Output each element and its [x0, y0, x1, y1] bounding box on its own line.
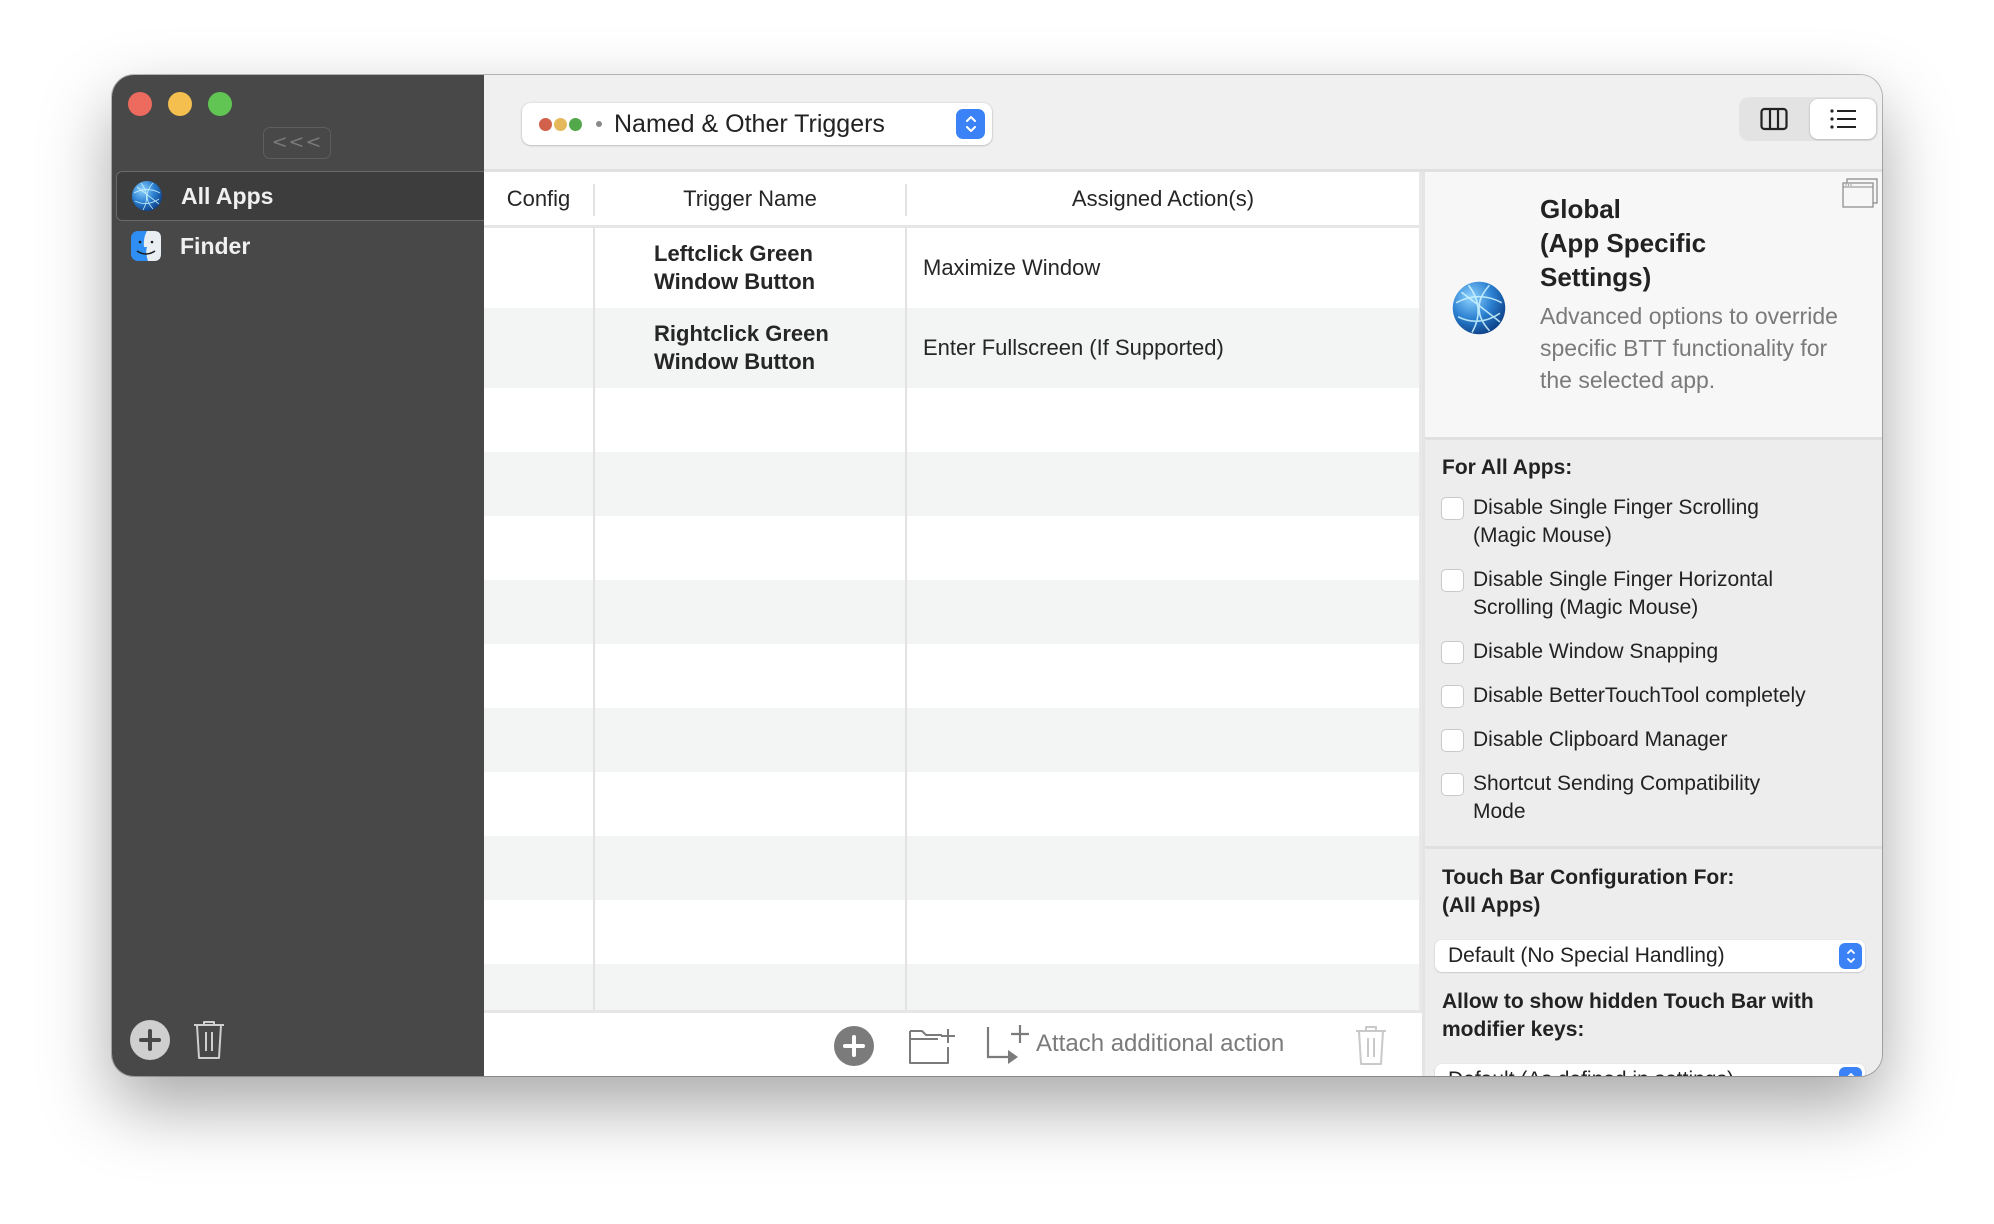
traffic-lights-icon	[539, 117, 584, 131]
trigger-name-cell: Rightclick Green Window Button	[654, 321, 829, 374]
section-divider	[1425, 846, 1882, 849]
panel-title-line: (App Specific	[1540, 228, 1707, 258]
table-bottom-bar: Attach additional action	[484, 1010, 1422, 1076]
column-header-trigger-name[interactable]: Trigger Name	[595, 172, 905, 225]
empty-row	[484, 452, 1422, 516]
option-shortcut-compatibility-mode[interactable]: Shortcut Sending Compatibility Mode	[1441, 770, 1871, 826]
empty-row	[484, 900, 1422, 964]
columns-icon	[1760, 107, 1788, 131]
panel-title-line: Settings)	[1540, 262, 1652, 292]
option-label: Disable BetterTouchTool completely	[1473, 684, 1806, 707]
trigger-type-label: Named & Other Triggers	[614, 109, 885, 138]
view-mode-list[interactable]	[1810, 99, 1876, 139]
touchbar-config-subtitle: (All Apps)	[1442, 894, 1541, 917]
panel-title: Global (App Specific Settings)	[1540, 192, 1840, 294]
triggers-table: Config Trigger Name Assigned Action(s) L…	[484, 172, 1422, 1010]
option-disable-btt[interactable]: Disable BetterTouchTool completely	[1441, 682, 1871, 710]
column-divider	[905, 228, 907, 1010]
trigger-name-cell: Leftclick Green Window Button	[654, 241, 816, 294]
table-header: Config Trigger Name Assigned Action(s)	[484, 172, 1422, 228]
collapse-sidebar-button[interactable]: <<<	[263, 127, 331, 159]
view-mode-columns[interactable]	[1741, 99, 1807, 139]
column-header-config[interactable]: Config	[484, 172, 593, 225]
checkbox[interactable]	[1441, 773, 1464, 796]
option-label: Disable Single Finger Horizontal Scrolli…	[1473, 568, 1773, 619]
globe-icon	[1452, 281, 1506, 335]
add-app-button[interactable]	[130, 1020, 170, 1060]
empty-row	[484, 772, 1422, 836]
empty-row	[484, 964, 1422, 1010]
sidebar: <<< All Apps Finder	[112, 75, 484, 1076]
table-row[interactable]: Rightclick Green Window Button Enter Ful…	[484, 308, 1422, 388]
empty-row	[484, 516, 1422, 580]
minimize-button[interactable]	[168, 92, 192, 116]
column-header-assigned-actions[interactable]: Assigned Action(s)	[907, 172, 1419, 225]
popup-stepper-icon	[1839, 943, 1862, 969]
touchbar-config-title: Touch Bar Configuration For:	[1442, 866, 1735, 889]
attach-action-button[interactable]: Attach additional action	[984, 1023, 1284, 1065]
checkbox[interactable]	[1441, 729, 1464, 752]
option-disable-horizontal-scrolling[interactable]: Disable Single Finger Horizontal Scrolli…	[1441, 566, 1871, 622]
globe-icon	[132, 181, 162, 211]
sidebar-item-finder[interactable]: Finder	[116, 221, 484, 271]
checkbox[interactable]	[1441, 685, 1464, 708]
list-icon	[1830, 109, 1856, 129]
option-disable-window-snapping[interactable]: Disable Window Snapping	[1441, 638, 1871, 666]
close-button[interactable]	[128, 92, 152, 116]
sidebar-bottom-bar	[130, 1020, 226, 1060]
add-trigger-button[interactable]	[834, 1026, 874, 1066]
checkbox[interactable]	[1441, 497, 1464, 520]
sidebar-item-label: All Apps	[181, 182, 274, 209]
empty-row	[484, 708, 1422, 772]
view-mode-segmented-control	[1739, 97, 1878, 141]
hidden-touchbar-label: Allow to show hidden Touch Bar with modi…	[1442, 990, 1814, 1041]
separator-dot	[596, 121, 602, 127]
for-all-apps-label: For All Apps:	[1442, 456, 1573, 479]
select-value: Default (As defined in settings)	[1448, 1066, 1734, 1076]
popup-stepper-icon	[1839, 1067, 1862, 1076]
checkbox[interactable]	[1441, 569, 1464, 592]
assigned-action-cell: Enter Fullscreen (If Supported)	[923, 335, 1224, 360]
sidebar-item-all-apps[interactable]: All Apps	[116, 171, 484, 221]
option-disable-single-finger-scrolling[interactable]: Disable Single Finger Scrolling (Magic M…	[1441, 494, 1871, 550]
option-label: Shortcut Sending Compatibility Mode	[1473, 772, 1761, 823]
trigger-type-select[interactable]: Named & Other Triggers	[522, 103, 992, 145]
checkbox[interactable]	[1441, 641, 1464, 664]
table-row[interactable]: Leftclick Green Window Button Maximize W…	[484, 228, 1422, 308]
new-folder-icon[interactable]	[908, 1025, 956, 1065]
option-label: Disable Clipboard Manager	[1473, 728, 1728, 751]
delete-trigger-button[interactable]	[1354, 1025, 1388, 1067]
option-disable-clipboard-manager[interactable]: Disable Clipboard Manager	[1441, 726, 1871, 754]
panel-description: Advanced options to override specific BT…	[1540, 303, 1838, 393]
column-divider	[593, 228, 595, 1010]
touchbar-config-label: Touch Bar Configuration For: (All Apps)	[1442, 864, 1734, 920]
delete-app-button[interactable]	[192, 1020, 226, 1060]
assigned-action-cell: Maximize Window	[923, 255, 1101, 280]
attach-action-icon	[986, 1025, 1029, 1064]
detach-window-icon[interactable]	[1842, 178, 1878, 208]
sidebar-item-label: Finder	[180, 232, 251, 259]
zoom-button[interactable]	[208, 92, 232, 116]
empty-row	[484, 644, 1422, 708]
toolbar: Named & Other Triggers Preset: Default▾	[484, 75, 1882, 172]
popup-stepper-icon	[956, 109, 985, 139]
panel-title-line: Global	[1540, 194, 1621, 224]
hidden-touchbar-select[interactable]: Default (As defined in settings)	[1435, 1064, 1865, 1076]
attach-action-label: Attach additional action	[1036, 1030, 1285, 1057]
app-settings-panel: Global (App Specific Settings) Advanced …	[1422, 172, 1882, 1076]
app-window: <<< All Apps Finder Named & Other Trigge…	[112, 75, 1882, 1076]
panel-header: Global (App Specific Settings) Advanced …	[1425, 172, 1882, 440]
finder-icon	[131, 231, 161, 261]
empty-row	[484, 580, 1422, 644]
empty-row	[484, 836, 1422, 900]
touchbar-config-select[interactable]: Default (No Special Handling)	[1435, 940, 1865, 972]
table-body: Leftclick Green Window Button Maximize W…	[484, 228, 1422, 1010]
option-label: Disable Window Snapping	[1473, 640, 1719, 663]
select-value: Default (No Special Handling)	[1448, 944, 1725, 967]
option-label: Disable Single Finger Scrolling (Magic M…	[1473, 496, 1759, 547]
empty-row	[484, 388, 1422, 452]
